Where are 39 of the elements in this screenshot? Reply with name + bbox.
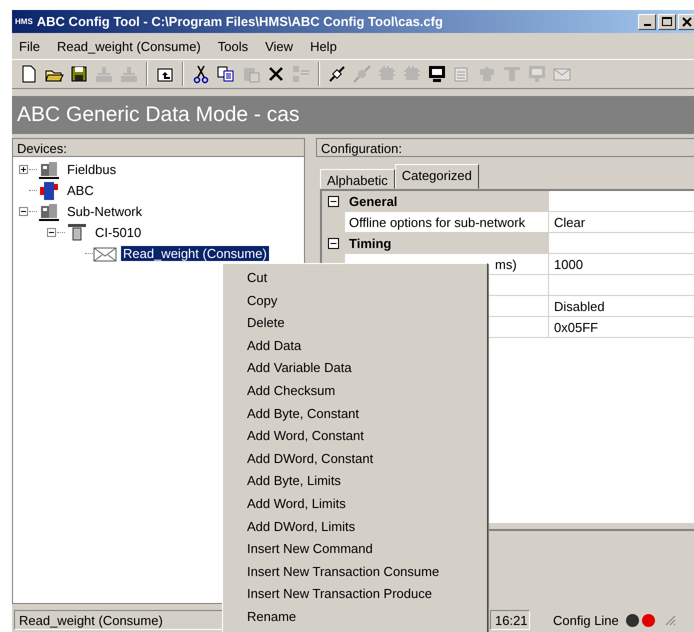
context-menu-item[interactable]: Copy bbox=[223, 290, 487, 312]
menu-item[interactable]: Read_weight (Consume) bbox=[56, 38, 201, 54]
window-title: ABC Config Tool - C:\Program Files\HMS\ABC Config Tool\cas.cfg bbox=[36, 14, 444, 29]
panel-header: Configuration: bbox=[316, 138, 694, 157]
menu-item[interactable]: View bbox=[265, 38, 294, 54]
context-menu-item[interactable]: Add Variable Data bbox=[223, 357, 487, 380]
property-value[interactable]: Clear bbox=[549, 212, 694, 232]
context-menu-item[interactable]: Add Word, Constant bbox=[223, 425, 487, 448]
context-menu-item[interactable]: Delete bbox=[223, 312, 487, 335]
tree-item[interactable]: Sub-Network bbox=[65, 204, 144, 219]
context-menu-item[interactable]: Add DWord, Constant bbox=[223, 448, 487, 470]
tree-item[interactable]: ABC bbox=[65, 183, 96, 198]
status-line: Config Line bbox=[553, 612, 619, 628]
category-name: Timing bbox=[345, 233, 549, 253]
property-value[interactable]: 1000 bbox=[549, 254, 694, 274]
context-menu-item[interactable]: Insert New Transaction Consume bbox=[223, 560, 487, 584]
tree-item[interactable]: Read_weight (Consume) bbox=[121, 246, 269, 261]
property-name: Offline options for sub-network bbox=[345, 212, 549, 232]
status-time: 16:21 bbox=[490, 610, 530, 630]
tab[interactable]: Categorized bbox=[394, 164, 479, 189]
context-menu-item[interactable]: Add Checksum bbox=[223, 380, 487, 403]
category-name: General bbox=[345, 191, 549, 211]
context-menu-item[interactable]: Insert New Transaction Produce bbox=[223, 583, 487, 606]
context-menu-item[interactable]: Add Data bbox=[223, 334, 487, 358]
context-menu-item[interactable]: Add Word, Limits bbox=[223, 492, 487, 516]
context-menu-item[interactable]: Add Byte, Constant bbox=[223, 402, 487, 426]
context-menu-item[interactable]: Add Byte, Limits bbox=[223, 470, 487, 493]
menu-item[interactable]: Tools bbox=[218, 38, 248, 54]
property-value[interactable]: Disabled bbox=[549, 296, 694, 316]
property-value[interactable]: 0x05FF bbox=[549, 317, 694, 337]
context-menu-item[interactable]: Insert New Command bbox=[223, 538, 487, 561]
menu-item[interactable]: File bbox=[19, 38, 40, 54]
tree-item[interactable]: Fieldbus bbox=[65, 162, 118, 177]
panel-header: Devices: bbox=[12, 138, 305, 157]
menu-item[interactable]: Help bbox=[310, 38, 337, 54]
mode-header: ABC Generic Data Mode - cas bbox=[12, 96, 694, 134]
app-logo: HMS bbox=[15, 17, 33, 26]
context-menu-item[interactable]: Add DWord, Limits bbox=[223, 516, 487, 538]
tree-item[interactable]: CI-5010 bbox=[93, 225, 144, 240]
